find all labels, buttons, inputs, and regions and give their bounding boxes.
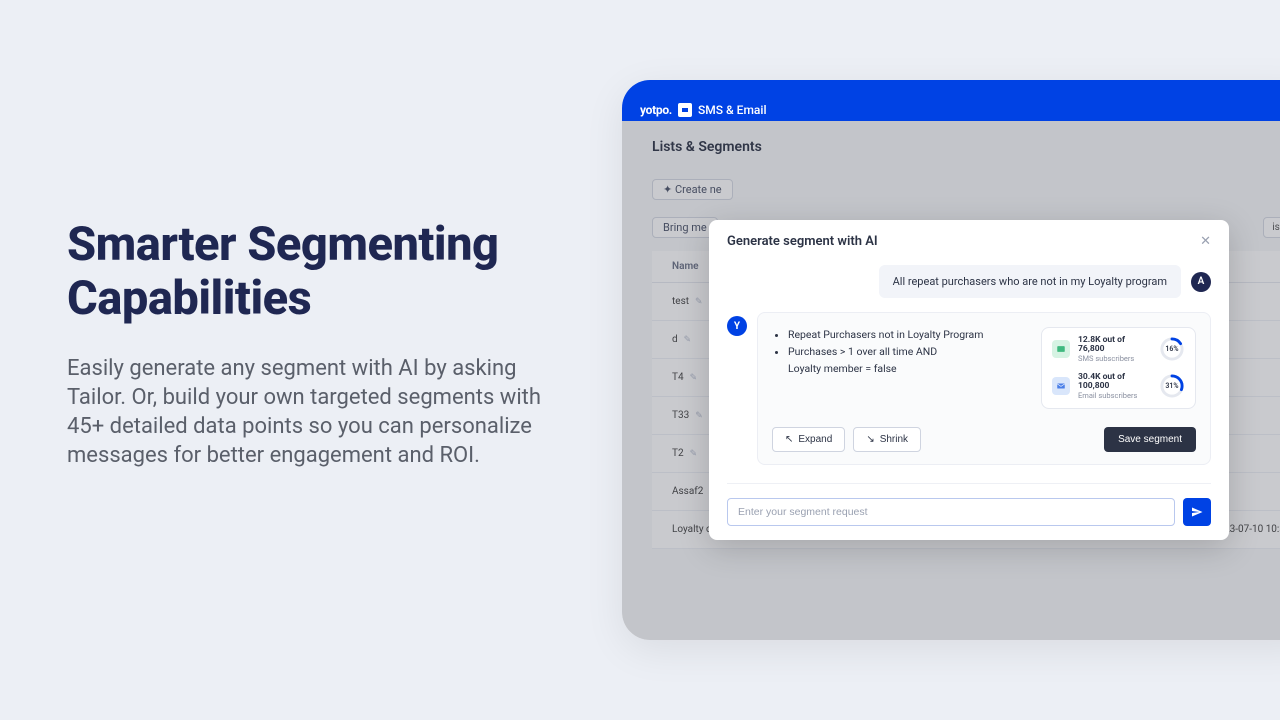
send-icon — [1191, 506, 1203, 518]
sms-ring: 16% — [1159, 336, 1185, 362]
segment-rules: Repeat Purchasers not in Loyalty Program… — [772, 327, 1027, 377]
user-avatar: A — [1191, 272, 1211, 292]
shrink-icon: ↘ — [866, 434, 874, 445]
shrink-button[interactable]: ↘Shrink — [853, 427, 921, 452]
ai-response-card: Repeat Purchasers not in Loyalty Program… — [757, 312, 1211, 465]
email-icon — [1052, 377, 1070, 395]
app-header: yotpo. SMS & Email — [622, 80, 1280, 121]
ai-segment-modal: Generate segment with AI ✕ All repeat pu… — [709, 220, 1229, 540]
modal-title: Generate segment with AI — [727, 234, 878, 249]
ai-avatar: Y — [727, 316, 747, 336]
hero-description: Easily generate any segment with AI by a… — [67, 354, 547, 470]
save-segment-button[interactable]: Save segment — [1104, 427, 1196, 452]
expand-icon: ↖ — [785, 434, 793, 445]
expand-button[interactable]: ↖Expand — [772, 427, 845, 452]
brand-icon — [678, 103, 692, 117]
brand-logo: yotpo. — [640, 103, 672, 117]
user-message: All repeat purchasers who are not in my … — [879, 265, 1181, 298]
device-frame: yotpo. SMS & Email Lists & Segments Cr ✦… — [622, 80, 1280, 640]
email-ring: 31% — [1159, 373, 1185, 399]
hero-title: Smarter Segmenting Capabilities — [67, 218, 547, 326]
sms-icon — [1052, 340, 1070, 358]
close-icon[interactable]: ✕ — [1200, 234, 1211, 249]
segment-request-input[interactable] — [727, 498, 1175, 526]
stats-panel: 12.8K out of 76,800 SMS subscribers 16% — [1041, 327, 1196, 409]
product-name: SMS & Email — [698, 103, 767, 117]
send-button[interactable] — [1183, 498, 1211, 526]
email-stat: 30.4K out of 100,800 Email subscribers 3… — [1052, 373, 1185, 400]
sms-stat: 12.8K out of 76,800 SMS subscribers 16% — [1052, 336, 1185, 363]
